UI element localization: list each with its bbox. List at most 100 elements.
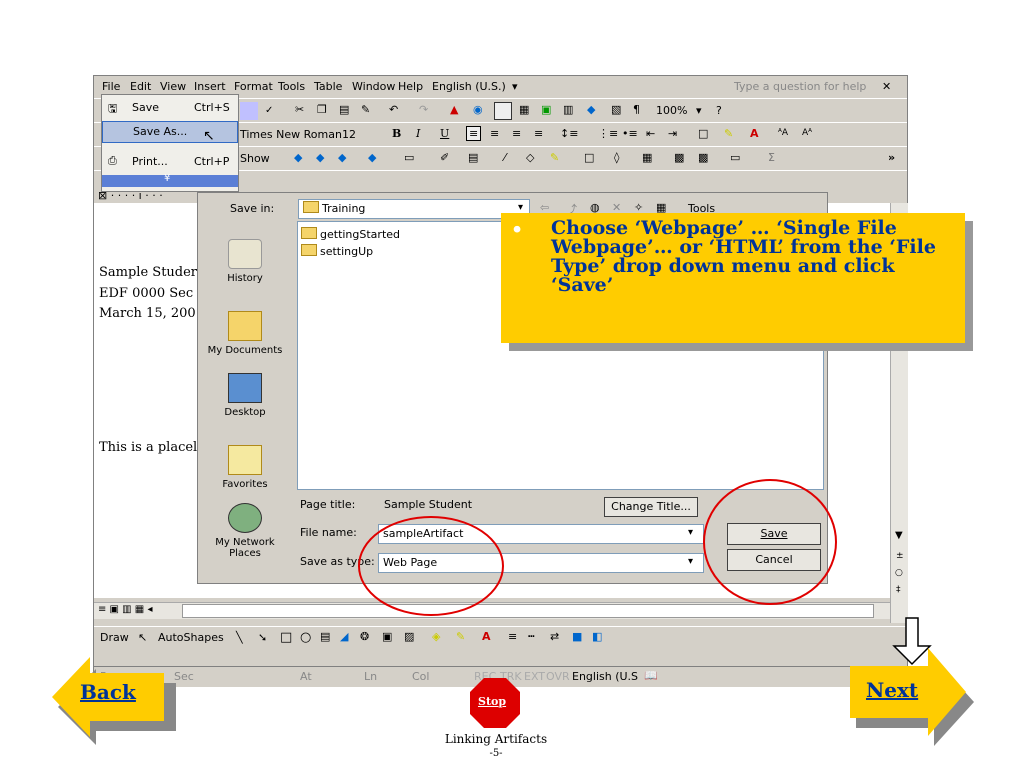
scroll-down-icon[interactable]: ▼ (895, 530, 903, 541)
zoom-dropdown[interactable]: 100% (656, 104, 687, 117)
bold-icon[interactable]: B (392, 127, 401, 140)
pen-icon[interactable]: ⁄ (504, 151, 506, 164)
highlight-icon[interactable]: ✎ (724, 127, 733, 140)
print-preview-icon[interactable] (240, 102, 258, 120)
align-center-icon[interactable]: ≡ (490, 127, 499, 140)
track-changes-icon[interactable]: ✐ (440, 151, 449, 164)
help-icon[interactable]: ? (716, 104, 722, 117)
menu-file[interactable]: File (102, 80, 120, 93)
draw-font-color-icon[interactable]: A (482, 630, 491, 643)
place-my-network[interactable]: My Network Places (202, 503, 288, 559)
font-dropdown[interactable]: Times New Roman (240, 128, 342, 141)
language-dropdown[interactable]: English (U.S.) (432, 80, 506, 93)
toolbar-options-icon[interactable]: » (888, 151, 895, 164)
select-browse-object-icon[interactable]: ○ (895, 568, 903, 578)
document-map-icon[interactable]: ▧ (610, 102, 628, 120)
autoshapes-menu[interactable]: AutoShapes (158, 631, 224, 644)
close-icon[interactable]: ✕ (882, 80, 891, 93)
save-type-dropdown[interactable]: Web Page (378, 553, 704, 573)
oval-icon[interactable]: ○ (300, 630, 311, 645)
menu-tools[interactable]: Tools (278, 80, 305, 93)
align-right-icon[interactable]: ≡ (512, 127, 521, 140)
show-dropdown[interactable]: Show (240, 152, 270, 165)
place-my-documents[interactable]: My Documents (202, 311, 288, 356)
back-button[interactable]: Back (80, 680, 136, 704)
3d-icon[interactable]: ◧ (592, 630, 602, 643)
line-spacing-icon[interactable]: ↕≡ (560, 127, 578, 140)
change-title-button[interactable]: Change Title... (604, 497, 698, 517)
line-icon[interactable]: ╲ (236, 631, 243, 644)
chevron-down-icon[interactable]: ▾ (512, 80, 518, 93)
insert-table-icon[interactable]: ▦ (518, 102, 536, 120)
align-left-icon[interactable]: ≡ (466, 126, 482, 141)
next-change-icon[interactable]: ◆ (316, 151, 324, 164)
grow-font-icon[interactable]: ᴬA (778, 128, 788, 138)
drawing-icon[interactable]: ◆ (586, 102, 604, 120)
diagram-icon[interactable]: ❂ (360, 630, 369, 643)
fill-color-icon[interactable]: ◈ (432, 630, 440, 643)
chevron-down-icon[interactable]: ▾ (688, 527, 693, 538)
list-item[interactable]: settingUp (301, 244, 373, 258)
save-in-dropdown[interactable]: Training (298, 199, 530, 219)
next-page-icon[interactable]: ‡ (896, 585, 901, 595)
clipart-icon[interactable]: ▣ (382, 630, 392, 643)
menu-item-save-as[interactable]: Save As... ↖ (102, 121, 238, 144)
line-style-icon[interactable]: ≡ (508, 630, 517, 643)
select-objects-icon[interactable]: ↖ (138, 631, 147, 644)
font-color-icon[interactable]: A (750, 127, 759, 140)
web-toolbar-icon[interactable]: ◉ (472, 102, 490, 120)
font-size-dropdown[interactable]: 12 (342, 128, 356, 141)
menu-help[interactable]: Help (398, 80, 423, 93)
bullets-icon[interactable]: •≡ (622, 127, 638, 140)
menu-insert[interactable]: Insert (194, 80, 226, 93)
textbox-icon[interactable]: ▤ (320, 630, 330, 643)
rectangle-icon[interactable]: □ (280, 630, 292, 645)
shadow-icon[interactable]: ■ (572, 630, 582, 643)
shading-icon[interactable]: ◊ (614, 151, 619, 164)
tables-borders-icon[interactable] (494, 102, 512, 120)
spelling-status-icon[interactable]: 📖 (644, 669, 658, 682)
stop-button[interactable]: Stop (478, 695, 506, 708)
menu-view[interactable]: View (160, 80, 186, 93)
show-hide-icon[interactable]: ¶ (632, 102, 650, 120)
justify-icon[interactable]: ≡ (534, 127, 543, 140)
menu-expand-chevron[interactable]: ¥ (102, 173, 238, 187)
menu-format[interactable]: Format (234, 80, 273, 93)
border-icon[interactable]: □ (698, 127, 708, 140)
columns-icon[interactable]: ▥ (562, 102, 580, 120)
menu-edit[interactable]: Edit (130, 80, 151, 93)
save-button[interactable]: Save (727, 523, 821, 545)
hyperlink-icon[interactable]: ▲ (449, 102, 467, 120)
arrow-icon[interactable]: ➘ (258, 631, 267, 644)
line-color-icon[interactable]: ✎ (456, 630, 465, 643)
place-history[interactable]: History (202, 239, 288, 284)
insert-excel-icon[interactable]: ▣ (540, 102, 558, 120)
place-desktop[interactable]: Desktop (202, 373, 288, 418)
help-search-input[interactable]: Type a question for help (734, 80, 866, 93)
wordart-icon[interactable]: ◢ (340, 630, 348, 643)
picture-icon[interactable]: ▨ (404, 630, 414, 643)
highlight-ink-icon[interactable]: ✎ (550, 151, 559, 164)
undo-icon[interactable]: ↶ (388, 102, 406, 120)
comment-icon[interactable]: ▭ (404, 151, 414, 164)
menu-item-print[interactable]: ⎙ Print... Ctrl+P (102, 151, 238, 173)
chevron-down-icon[interactable]: ▾ (696, 104, 702, 117)
copy-icon[interactable]: ❐ (316, 102, 334, 120)
cancel-button[interactable]: Cancel (727, 549, 821, 571)
increase-indent-icon[interactable]: ⇥ (668, 127, 677, 140)
paste-icon[interactable]: ▤ (338, 102, 356, 120)
file-name-input[interactable]: sampleArtifact (378, 524, 704, 544)
cut-icon[interactable]: ✂ (294, 102, 312, 120)
dash-style-icon[interactable]: ┅ (528, 630, 535, 643)
next-button[interactable]: Next (866, 678, 918, 702)
split-cells-icon[interactable]: ▩ (698, 151, 708, 164)
previous-change-icon[interactable]: ◆ (294, 151, 302, 164)
view-buttons-icon[interactable]: ≡ ▣ ▥ ▦ ◂ (98, 604, 152, 615)
decrease-indent-icon[interactable]: ⇤ (646, 127, 655, 140)
italic-icon[interactable]: I (416, 127, 420, 140)
accept-change-icon[interactable]: ◆ (338, 151, 346, 164)
scroll-track[interactable] (182, 604, 874, 618)
previous-page-icon[interactable]: ± (896, 551, 904, 561)
reject-change-icon[interactable]: ◆ (368, 151, 376, 164)
redo-icon[interactable]: ↷ (418, 102, 436, 120)
